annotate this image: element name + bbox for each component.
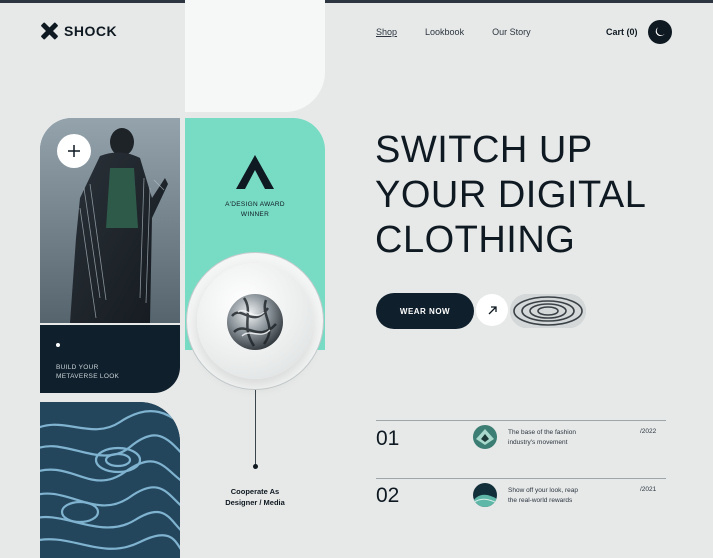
- x-logo-icon: [40, 22, 58, 40]
- nav-our-story[interactable]: Our Story: [492, 27, 531, 37]
- nav-shop[interactable]: Shop: [376, 27, 397, 37]
- news-thumb-graphic-2: [473, 483, 497, 507]
- award-line-1: A'DESIGN AWARD: [225, 201, 285, 208]
- brand-logo[interactable]: SHOCK: [40, 22, 117, 40]
- pattern-preview-graphic: [510, 294, 586, 328]
- theme-toggle-button[interactable]: [648, 20, 672, 44]
- cart-link[interactable]: Cart (0): [606, 27, 638, 37]
- award-label: A'DESIGN AWARD WINNER: [205, 200, 305, 220]
- news-2-line-1: Show off your look, reap: [508, 487, 578, 494]
- news-text-1[interactable]: The base of the fashion industry's movem…: [508, 428, 618, 448]
- plus-icon: [68, 145, 80, 157]
- news-number-2: 02: [376, 484, 400, 507]
- sculpture-showcase[interactable]: [186, 252, 324, 390]
- sculpture-image: [197, 263, 313, 379]
- news-2-line-2: the real-world rewards: [508, 497, 573, 504]
- news-number-1: 01: [376, 427, 400, 450]
- white-tile: [185, 0, 325, 112]
- hero-line-1: SWITCH UP: [375, 129, 593, 171]
- moon-icon: [655, 27, 665, 37]
- model-photo: [40, 118, 180, 323]
- news-date-2: /2021: [640, 486, 657, 493]
- wave-pattern-image: [40, 402, 180, 558]
- metaverse-line-1: BUILD YOUR: [56, 364, 99, 371]
- bullet-dot: [56, 343, 60, 347]
- hero-title: SWITCH UP YOUR DIGITAL CLOTHING: [375, 128, 695, 263]
- pattern-preview-image[interactable]: [510, 294, 586, 328]
- main-nav: Shop Lookbook Our Story: [376, 27, 531, 37]
- news-thumbnail-2[interactable]: [473, 483, 497, 507]
- brand-name: SHOCK: [64, 23, 118, 39]
- news-date-1: /2022: [640, 428, 657, 435]
- award-line-2: WINNER: [240, 211, 270, 218]
- wave-pattern-graphic: [40, 402, 180, 558]
- news-divider-2: [376, 478, 666, 479]
- hero-line-2: YOUR DIGITAL: [375, 174, 647, 216]
- connector-line: [255, 390, 256, 466]
- cooperate-line-1: Cooperate As: [230, 487, 280, 496]
- connector-dot: [253, 464, 258, 469]
- metaverse-text: BUILD YOUR METAVERSE LOOK: [56, 363, 119, 381]
- wear-now-button[interactable]: WEAR NOW: [376, 293, 474, 329]
- metaverse-card[interactable]: BUILD YOUR METAVERSE LOOK: [40, 325, 180, 393]
- news-text-2[interactable]: Show off your look, reap the real-world …: [508, 486, 618, 506]
- hero-line-3: CLOTHING: [375, 219, 576, 261]
- cooperate-line-2: Designer / Media: [225, 498, 285, 507]
- award-logo-icon: [236, 155, 274, 189]
- chrome-sculpture-graphic: [227, 294, 283, 350]
- metaverse-line-2: METAVERSE LOOK: [56, 373, 120, 380]
- add-button[interactable]: [57, 134, 91, 168]
- news-1-line-1: The base of the fashion: [508, 429, 576, 436]
- nav-lookbook[interactable]: Lookbook: [425, 27, 464, 37]
- arrow-up-right-icon: [488, 305, 497, 314]
- news-divider-1: [376, 420, 666, 421]
- news-1-line-2: industry's movement: [508, 439, 568, 446]
- arrow-link-button[interactable]: [476, 294, 508, 326]
- cooperate-link[interactable]: Cooperate As Designer / Media: [205, 486, 305, 508]
- top-edge-bar: [0, 0, 713, 3]
- news-thumbnail-1[interactable]: [473, 425, 497, 449]
- news-thumb-graphic-1: [473, 425, 497, 449]
